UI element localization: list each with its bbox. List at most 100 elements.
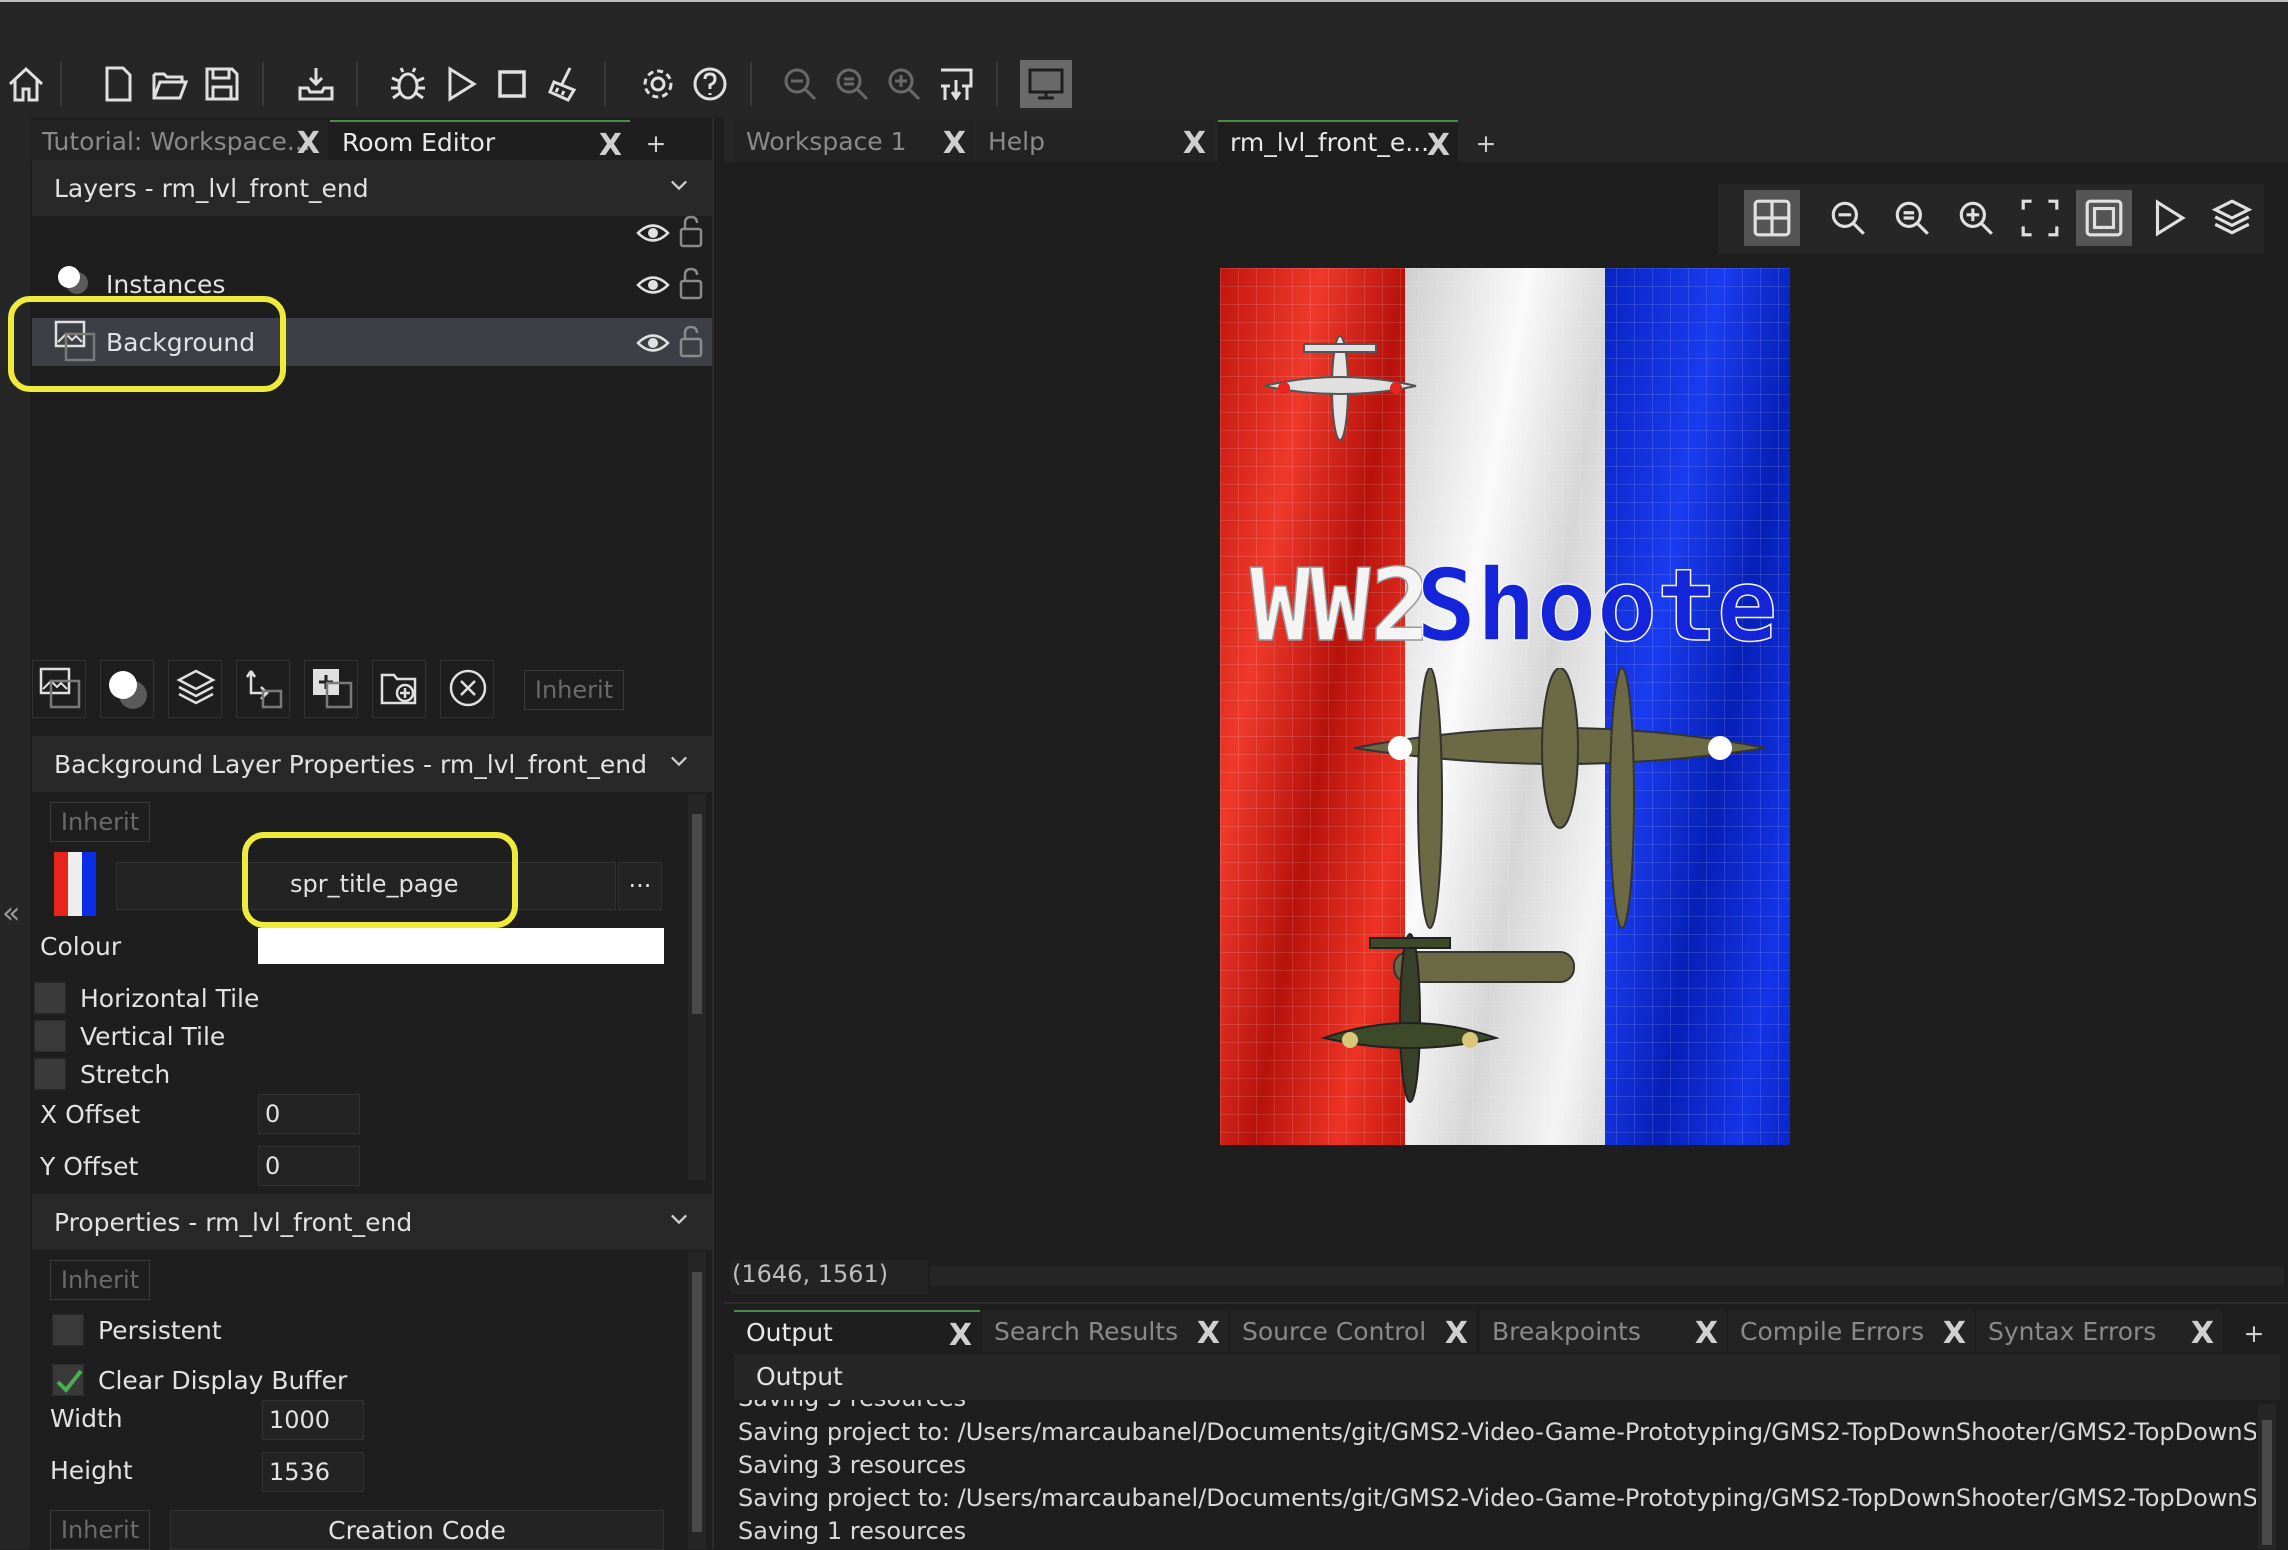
layer-toolbar: Inherit (30, 656, 714, 726)
close-tab-icon[interactable]: X (1445, 1316, 1468, 1351)
stretch-checkbox[interactable] (34, 1058, 66, 1090)
layer-stack-icon[interactable] (2204, 190, 2260, 246)
room-width-field[interactable]: 1000 (262, 1400, 364, 1440)
camera-view-icon[interactable] (2076, 190, 2132, 246)
bg-inherit-button[interactable]: Inherit (50, 802, 150, 842)
horizontal-tile-checkbox[interactable] (34, 982, 66, 1014)
bg-props-header[interactable]: Background Layer Properties - rm_lvl_fro… (32, 736, 712, 792)
close-tab-icon[interactable]: X (599, 128, 622, 163)
room-canvas[interactable]: WW2 Shooter (1220, 268, 1790, 1145)
room-props-scrollbar[interactable] (688, 1252, 706, 1549)
zoom-in-icon[interactable] (1948, 190, 2004, 246)
room-height-field[interactable]: 1536 (262, 1452, 364, 1492)
zoom-in-icon[interactable] (880, 60, 928, 108)
add-tab-button[interactable]: + (1466, 122, 1506, 164)
zoom-out-icon[interactable] (1820, 190, 1876, 246)
tab-help[interactable]: Help X (976, 120, 1214, 162)
room-hscrollbar[interactable] (930, 1266, 2284, 1286)
lock-icon[interactable] (678, 214, 704, 248)
preferences-icon[interactable] (634, 60, 682, 108)
close-tab-icon[interactable]: X (949, 1318, 972, 1353)
chevron-down-icon[interactable] (670, 176, 688, 194)
room-inherit-button-2[interactable]: Inherit (50, 1510, 150, 1550)
grid-toggle-icon[interactable] (1744, 190, 1800, 246)
tab-syntax-errors[interactable]: Syntax Errors X (1976, 1310, 2222, 1352)
add-asset-layer-icon[interactable] (304, 660, 358, 718)
add-background-layer-icon[interactable] (32, 660, 86, 718)
toolbar-separator (356, 62, 358, 106)
persistent-checkbox[interactable] (52, 1314, 84, 1346)
help-icon[interactable] (686, 60, 734, 108)
output-log: Saving 3 resources Saving project to: /U… (734, 1400, 2256, 1549)
tab-search-results[interactable]: Search Results X (982, 1310, 1228, 1352)
layers-panel-header[interactable]: Layers - rm_lvl_front_end (32, 160, 712, 216)
sprite-browse-button[interactable]: ··· (618, 862, 662, 910)
save-icon[interactable] (198, 60, 246, 108)
stop-icon[interactable] (488, 60, 536, 108)
open-folder-icon[interactable] (146, 60, 194, 108)
eye-icon[interactable] (636, 272, 670, 298)
fit-to-screen-icon[interactable] (2012, 190, 2068, 246)
y-offset-field[interactable]: 0 (258, 1146, 360, 1186)
debug-icon[interactable] (384, 60, 432, 108)
close-tab-icon[interactable]: X (1427, 128, 1450, 163)
remote-device-icon[interactable] (932, 60, 980, 108)
monitor-icon[interactable] (1020, 60, 1072, 108)
run-icon[interactable] (436, 60, 484, 108)
close-tab-icon[interactable]: X (1197, 1316, 1220, 1351)
tab-breakpoints[interactable]: Breakpoints X (1480, 1310, 1726, 1352)
chevron-down-icon[interactable] (670, 1210, 688, 1228)
vertical-tile-checkbox[interactable] (34, 1020, 66, 1052)
tab-workspace-1[interactable]: Workspace 1 X (734, 120, 974, 162)
colour-swatch[interactable] (258, 928, 664, 964)
tab-tutorial-workspace[interactable]: Tutorial: Workspace... X (30, 120, 328, 162)
lock-icon[interactable] (678, 324, 704, 358)
add-folder-icon[interactable] (372, 660, 426, 718)
new-file-icon[interactable] (94, 60, 142, 108)
toolbar-separator (750, 62, 752, 106)
home-icon[interactable] (2, 60, 50, 108)
toolbar-separator (604, 62, 606, 106)
create-executable-icon[interactable] (292, 60, 340, 108)
close-tab-icon[interactable]: X (297, 126, 320, 161)
lock-icon[interactable] (678, 266, 704, 300)
room-props-header[interactable]: Properties - rm_lvl_front_end (32, 1194, 712, 1250)
delete-layer-icon[interactable] (440, 660, 494, 718)
tab-output[interactable]: Output X (734, 1310, 980, 1353)
output-line: Saving 1 resources (738, 1517, 967, 1545)
close-tab-icon[interactable]: X (943, 126, 966, 161)
close-tab-icon[interactable]: X (2191, 1316, 2214, 1351)
tab-compile-errors[interactable]: Compile Errors X (1728, 1310, 1974, 1352)
collapse-panel-arrow[interactable]: « (2, 896, 20, 931)
add-tab-button[interactable]: + (2234, 1312, 2274, 1354)
clean-icon[interactable] (540, 60, 588, 108)
add-tile-layer-icon[interactable] (168, 660, 222, 718)
zoom-out-icon[interactable] (776, 60, 824, 108)
layers-inherit-button[interactable]: Inherit (524, 670, 624, 710)
creation-code-button[interactable]: Creation Code (170, 1510, 664, 1550)
add-tab-button[interactable]: + (636, 122, 676, 164)
zoom-reset-icon[interactable] (1884, 190, 1940, 246)
zoom-reset-icon[interactable] (828, 60, 876, 108)
output-header: Output (734, 1354, 2280, 1400)
tab-source-control[interactable]: Source Control X (1230, 1310, 1476, 1352)
close-tab-icon[interactable]: X (1183, 126, 1206, 161)
close-tab-icon[interactable]: X (1695, 1316, 1718, 1351)
play-room-icon[interactable] (2140, 190, 2196, 246)
chevron-down-icon[interactable] (670, 752, 688, 770)
close-tab-icon[interactable]: X (1943, 1316, 1966, 1351)
room-inherit-button[interactable]: Inherit (50, 1260, 150, 1300)
eye-icon[interactable] (636, 330, 670, 356)
sprite-thumbnail[interactable] (54, 852, 96, 916)
tab-room-editor[interactable]: Room Editor X (330, 120, 630, 163)
eye-icon[interactable] (636, 220, 670, 246)
clear-display-buffer-checkbox[interactable] (52, 1364, 84, 1396)
output-scrollbar[interactable] (2258, 1404, 2276, 1549)
background-layer-highlight (8, 296, 286, 392)
bg-props-scrollbar[interactable] (688, 794, 706, 1180)
x-offset-field[interactable]: 0 (258, 1094, 360, 1134)
stretch-label: Stretch (80, 1060, 171, 1089)
add-path-layer-icon[interactable] (236, 660, 290, 718)
add-instance-layer-icon[interactable] (100, 660, 154, 718)
tab-room[interactable]: rm_lvl_front_e... X (1218, 120, 1458, 163)
